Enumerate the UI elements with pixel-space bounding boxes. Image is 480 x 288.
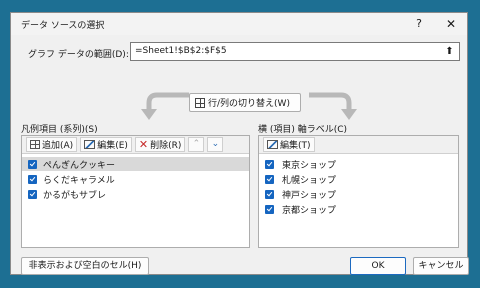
- series-label: かるがもサブレ: [43, 190, 107, 201]
- list-item[interactable]: らくだキャラメル: [22, 172, 249, 186]
- ok-button[interactable]: OK: [350, 257, 406, 275]
- checkbox-icon[interactable]: [265, 204, 274, 214]
- axis-label: 札幌ショップ: [282, 175, 337, 186]
- move-up-icon[interactable]: ⌃: [188, 137, 205, 152]
- checkbox-icon[interactable]: [265, 174, 274, 184]
- add-series-button[interactable]: 追加(A): [26, 137, 78, 152]
- remove-series-button[interactable]: ✕ 削除(R): [134, 137, 186, 152]
- axis-toolbar: 編集(T): [259, 136, 458, 154]
- switch-row-column-label: 行/列の切り替え(W): [208, 99, 290, 109]
- edit-axis-labels-label: 編集(T): [280, 141, 311, 151]
- edit-icon: [84, 140, 96, 149]
- checkbox-icon[interactable]: [28, 174, 37, 184]
- switch-row-column-icon: [195, 97, 205, 108]
- edit-series-button[interactable]: 編集(E): [80, 137, 132, 152]
- move-down-icon[interactable]: ⌄: [207, 137, 224, 152]
- remove-series-label: 削除(R): [150, 141, 182, 151]
- checkbox-icon[interactable]: [28, 189, 37, 199]
- chart-data-range-label: グラフ データの範囲(D):: [28, 50, 129, 60]
- checkbox-icon[interactable]: [265, 189, 274, 199]
- list-item[interactable]: 東京ショップ: [259, 157, 458, 171]
- checkbox-icon[interactable]: [265, 159, 274, 169]
- curved-arrow-right-icon: [309, 92, 357, 120]
- close-icon[interactable]: ✕: [443, 16, 459, 32]
- dialog-title: データ ソースの選択: [21, 21, 105, 31]
- series-label: ぺんぎんクッキー: [43, 160, 116, 171]
- edit-icon: [267, 140, 278, 149]
- axis-labels-panel: 編集(T) 東京ショップ 札幌ショップ 神戸ショップ 京都ショップ: [258, 135, 459, 248]
- axis-label: 神戸ショップ: [282, 190, 337, 201]
- remove-icon: ✕: [138, 138, 149, 151]
- cancel-button[interactable]: キャンセル: [413, 257, 469, 275]
- list-item[interactable]: 札幌ショップ: [259, 172, 458, 186]
- axis-label: 京都ショップ: [282, 205, 337, 216]
- list-item[interactable]: かるがもサブレ: [22, 187, 249, 201]
- legend-toolbar: 追加(A) 編集(E) ✕ 削除(R) ⌃ ⌄: [22, 136, 249, 154]
- edit-axis-labels-button[interactable]: 編集(T): [263, 137, 315, 152]
- curved-arrow-left-icon: [141, 92, 189, 120]
- switch-row-column-button[interactable]: 行/列の切り替え(W): [189, 93, 301, 112]
- legend-entries-list: ぺんぎんクッキー らくだキャラメル かるがもサブレ: [22, 154, 249, 204]
- select-data-source-dialog: データ ソースの選択 ? ✕ グラフ データの範囲(D): =Sheet1!$B…: [10, 12, 469, 275]
- add-series-label: 追加(A): [42, 141, 74, 151]
- title-bar: データ ソースの選択 ? ✕: [11, 13, 467, 35]
- axis-labels-label: 横 (項目) 軸ラベル(C): [258, 125, 348, 135]
- legend-entries-label: 凡例項目 (系列)(S): [21, 125, 98, 135]
- list-item[interactable]: 神戸ショップ: [259, 187, 458, 201]
- checkbox-icon[interactable]: [28, 159, 37, 169]
- chart-data-range-value: =Sheet1!$B$2:$F$5: [135, 46, 227, 56]
- list-item[interactable]: 京都ショップ: [259, 202, 458, 216]
- list-item[interactable]: ぺんぎんクッキー: [22, 157, 249, 171]
- edit-series-label: 編集(E): [97, 141, 128, 151]
- axis-labels-list: 東京ショップ 札幌ショップ 神戸ショップ 京都ショップ: [259, 154, 458, 219]
- add-icon: [30, 140, 40, 149]
- hidden-empty-cells-button[interactable]: 非表示および空白のセル(H): [21, 257, 149, 275]
- collapse-dialog-icon[interactable]: ⬆: [443, 45, 456, 58]
- chart-data-range-input[interactable]: =Sheet1!$B$2:$F$5 ⬆: [130, 42, 460, 61]
- help-button[interactable]: ?: [411, 16, 427, 32]
- series-label: らくだキャラメル: [43, 175, 115, 186]
- legend-entries-panel: 追加(A) 編集(E) ✕ 削除(R) ⌃ ⌄ ぺんぎんクッキー らくだキャラメ…: [21, 135, 250, 248]
- axis-label: 東京ショップ: [282, 160, 337, 171]
